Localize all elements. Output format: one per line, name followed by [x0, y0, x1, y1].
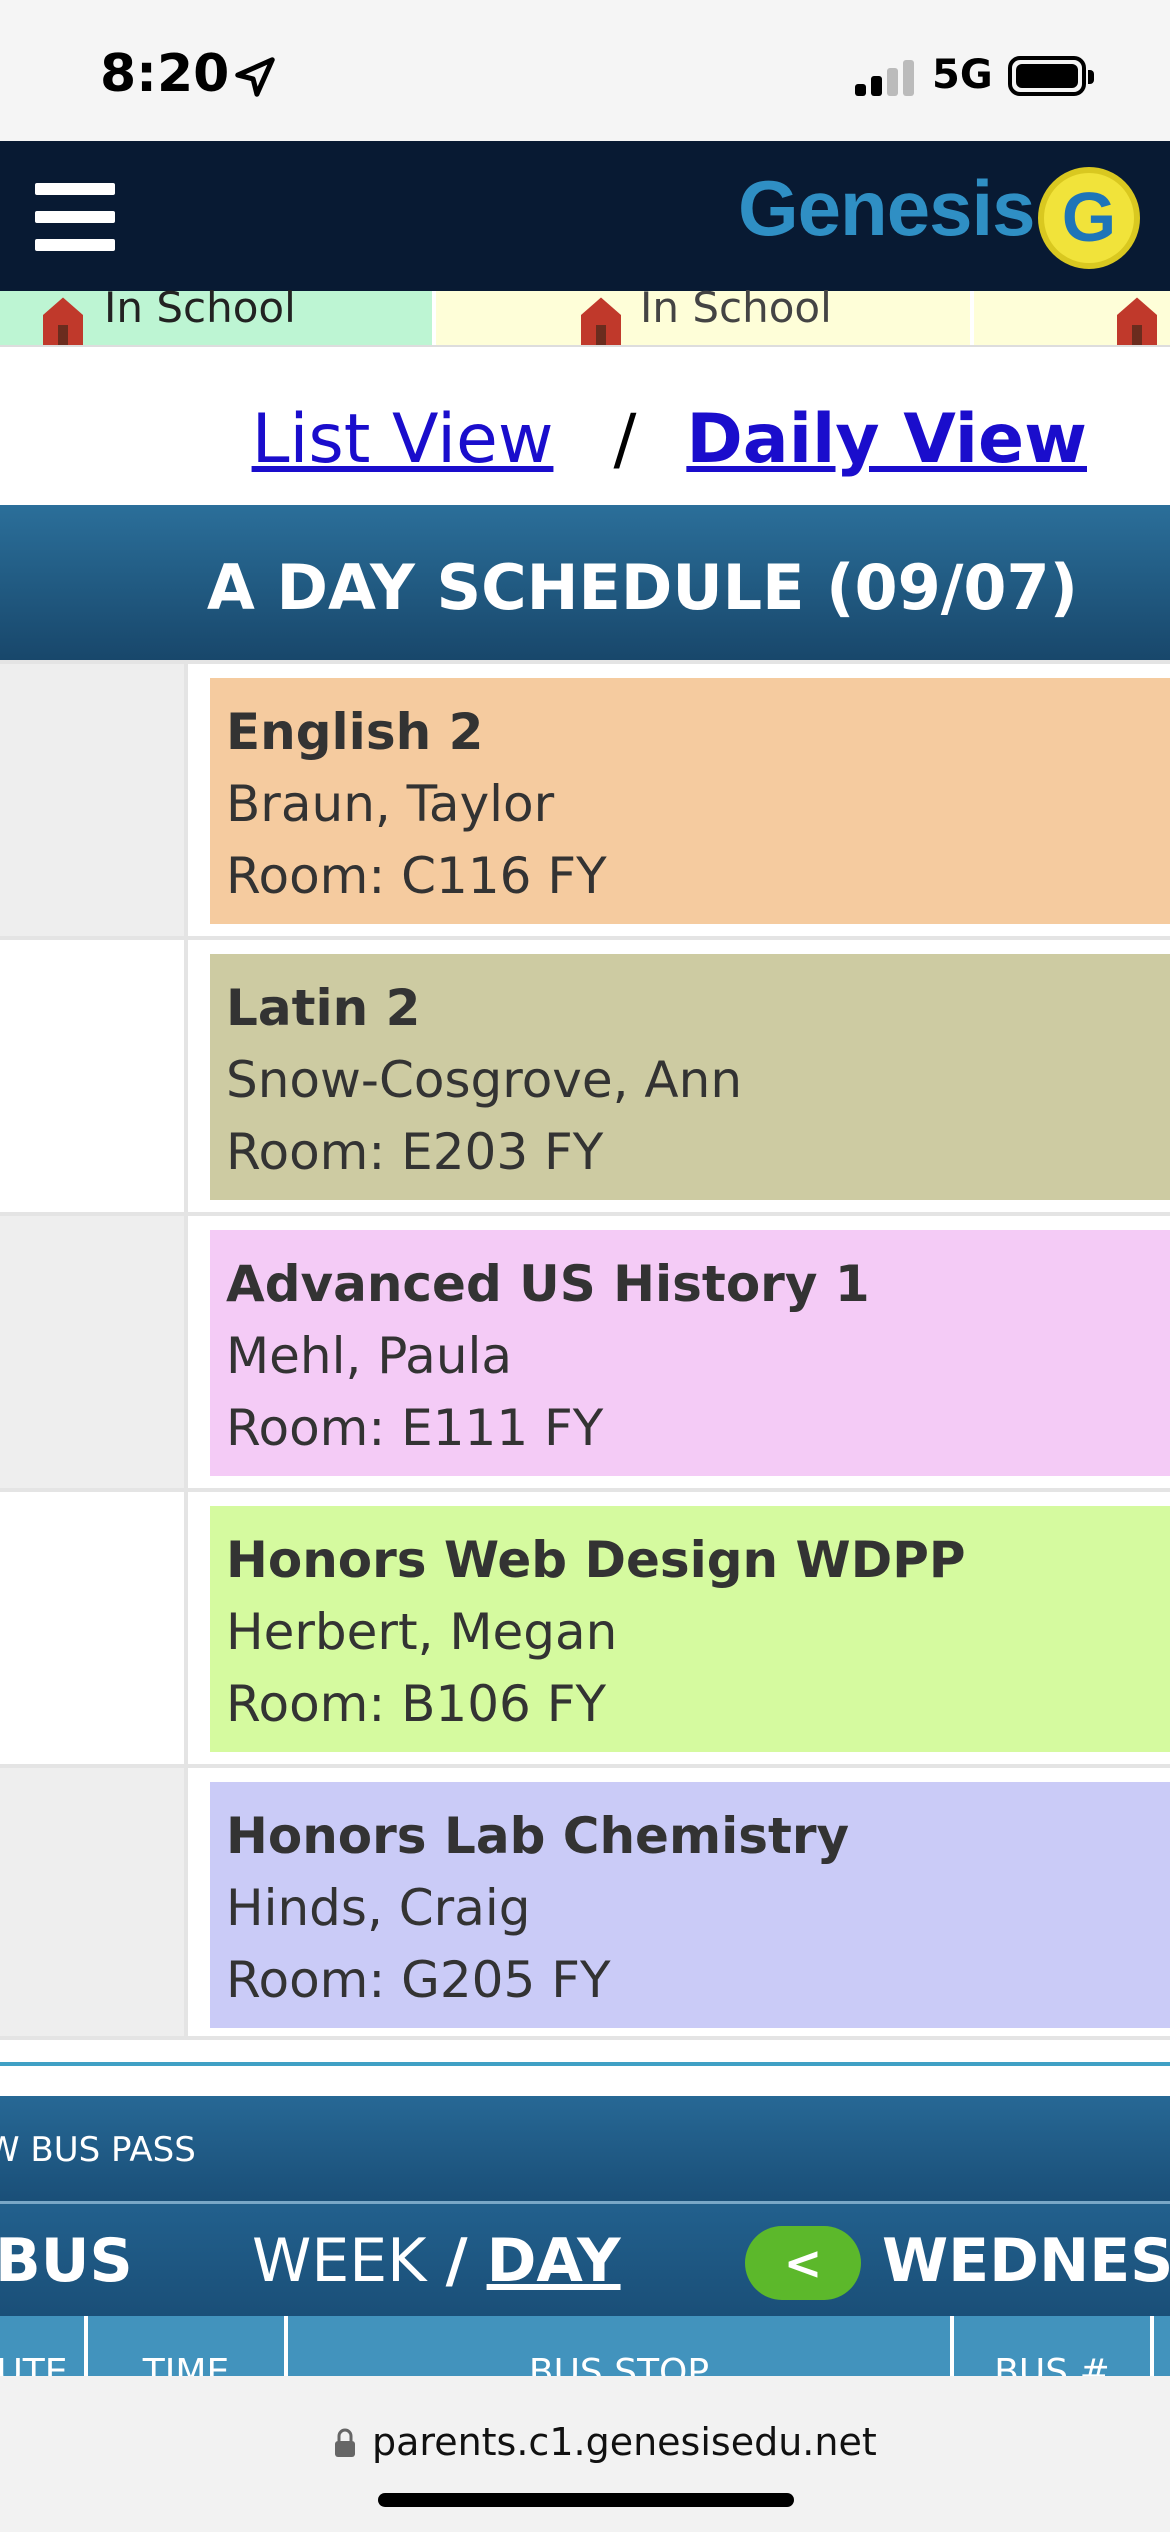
schedule-header: A DAY SCHEDULE (09/07): [0, 505, 1170, 660]
view-switch: List View / Daily View: [252, 400, 1087, 479]
attendance-cell[interactable]: [974, 291, 1170, 345]
school-house-icon: [1117, 297, 1157, 345]
period-cell: [0, 1216, 188, 1488]
class-name: Latin 2: [226, 979, 421, 1037]
attendance-cell[interactable]: In School: [436, 283, 970, 345]
url-text: parents.c1.genesisedu.net: [372, 2420, 877, 2464]
view-separator: /: [613, 400, 637, 479]
period-cell: [0, 664, 188, 936]
class-name: Honors Web Design WDPP: [226, 1531, 966, 1589]
bus-table-header: UTE TIME BUS STOP BUS #: [0, 2316, 1170, 2376]
home-indicator[interactable]: [378, 2493, 794, 2507]
schedule-title: A DAY SCHEDULE (09/07): [206, 551, 1078, 624]
week-link[interactable]: WEEK: [252, 2226, 427, 2296]
week-day-toggle: WEEK / DAY: [252, 2226, 621, 2296]
period-cell: [0, 940, 188, 1212]
class-room: Room: E111 FY: [226, 1399, 604, 1457]
bus-pass-bar: W BUS PASS: [0, 2096, 1170, 2204]
bus-pass-link[interactable]: W BUS PASS: [0, 2130, 196, 2170]
period-cell: [0, 1768, 188, 2036]
genesis-logo-icon: G: [1038, 167, 1140, 269]
class-teacher: Herbert, Megan: [226, 1603, 618, 1661]
week-day-separator: /: [445, 2226, 468, 2296]
attendance-label: In School: [104, 283, 296, 332]
day-link[interactable]: DAY: [487, 2226, 621, 2296]
class-card[interactable]: Honors Web Design WDPP Herbert, Megan Ro…: [210, 1506, 1170, 1752]
schedule-row: Advanced US History 1 Mehl, Paula Room: …: [0, 1212, 1170, 1488]
status-time: 8:20: [100, 44, 230, 104]
app-header: Genesis G: [0, 141, 1170, 291]
column-header-route: UTE: [0, 2316, 88, 2376]
column-header-bus-number: BUS #: [954, 2316, 1154, 2376]
class-card[interactable]: English 2 Braun, Taylor Room: C116 FY: [210, 678, 1170, 924]
schedule-row: English 2 Braun, Taylor Room: C116 FY: [0, 660, 1170, 936]
class-room: Room: E203 FY: [226, 1123, 604, 1181]
class-card[interactable]: Latin 2 Snow-Cosgrove, Ann Room: E203 FY: [210, 954, 1170, 1200]
class-teacher: Snow-Cosgrove, Ann: [226, 1051, 743, 1109]
class-card[interactable]: Honors Lab Chemistry Hinds, Craig Room: …: [210, 1782, 1170, 2028]
signal-icon: [855, 58, 915, 96]
bus-day-label: WEDNESD: [882, 2226, 1170, 2296]
lock-icon: [335, 2428, 355, 2457]
daily-view-link[interactable]: Daily View: [686, 400, 1087, 479]
class-room: Room: G205 FY: [226, 1951, 611, 2009]
period-cell: [0, 1492, 188, 1764]
location-arrow-icon: [235, 57, 275, 97]
school-house-icon: [581, 297, 621, 345]
attendance-label: In School: [640, 283, 832, 332]
column-header-bus-stop: BUS STOP: [288, 2316, 954, 2376]
school-house-icon: [43, 297, 83, 345]
attendance-strip: In School In School: [0, 283, 1170, 347]
schedule-row: Latin 2 Snow-Cosgrove, Ann Room: E203 FY: [0, 936, 1170, 1212]
class-name: English 2: [226, 703, 484, 761]
class-name: Honors Lab Chemistry: [226, 1807, 850, 1865]
browser-url-bar[interactable]: parents.c1.genesisedu.net: [0, 2376, 1170, 2532]
hamburger-menu-icon[interactable]: [35, 181, 115, 251]
class-name: Advanced US History 1: [226, 1255, 870, 1313]
previous-day-button[interactable]: <: [745, 2226, 861, 2300]
bus-title: BUS: [0, 2226, 133, 2296]
list-view-link[interactable]: List View: [252, 400, 554, 479]
schedule-row: Honors Web Design WDPP Herbert, Megan Ro…: [0, 1488, 1170, 1764]
section-divider: [0, 2062, 1170, 2066]
class-teacher: Braun, Taylor: [226, 775, 555, 833]
class-teacher: Hinds, Craig: [226, 1879, 531, 1937]
class-room: Room: B106 FY: [226, 1675, 607, 1733]
status-bar: 8:20 5G: [0, 0, 1170, 141]
battery-icon: [1008, 56, 1094, 96]
bus-nav: BUS WEEK / DAY < WEDNESD: [0, 2204, 1170, 2316]
column-header-time: TIME: [88, 2316, 288, 2376]
attendance-cell[interactable]: In School: [0, 283, 432, 345]
schedule-row: Honors Lab Chemistry Hinds, Craig Room: …: [0, 1764, 1170, 2040]
class-teacher: Mehl, Paula: [226, 1327, 513, 1385]
class-card[interactable]: Advanced US History 1 Mehl, Paula Room: …: [210, 1230, 1170, 1476]
network-type: 5G: [932, 52, 993, 98]
class-room: Room: C116 FY: [226, 847, 607, 905]
brand-name: Genesis: [738, 164, 1036, 252]
